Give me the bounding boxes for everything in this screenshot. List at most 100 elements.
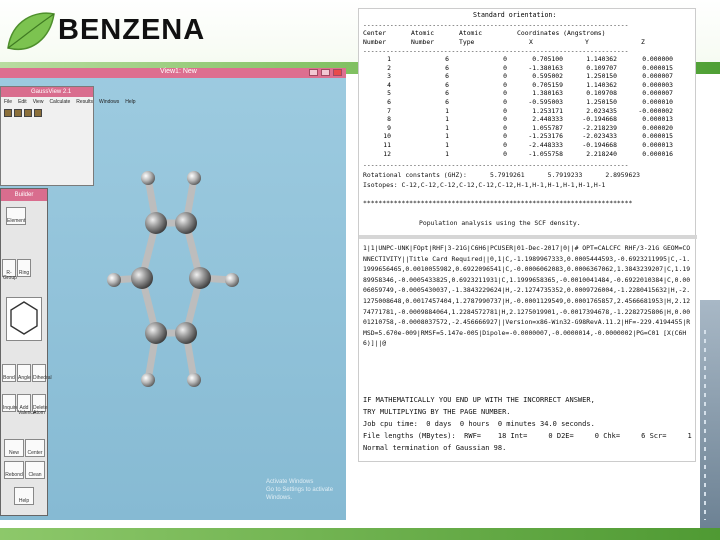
- close-icon[interactable]: [333, 69, 342, 76]
- atom-cell: 6: [445, 63, 449, 72]
- atom-row: 7 1 0 1.253171 2.023435 -0.000002: [363, 107, 673, 116]
- atom-cell: 5: [387, 89, 391, 98]
- atom-cell: 6: [445, 97, 449, 106]
- hydrogen-atom: [187, 373, 201, 387]
- normal-termination: Normal termination of Gaussian 98.: [363, 444, 507, 452]
- atom-cell: -1.253176: [528, 132, 563, 141]
- atom-cell: 0: [503, 106, 507, 115]
- save-file-icon[interactable]: [14, 109, 22, 117]
- quote-line-1: IF MATHEMATICALLY YOU END UP WITH THE IN…: [363, 396, 595, 404]
- view-window-titlebar[interactable]: View1: New: [0, 68, 346, 78]
- atom-cell: 0.705100: [532, 55, 563, 63]
- table-header-row-2: Number Number Type X Y Z: [363, 38, 645, 46]
- rebond-button[interactable]: Rebond: [4, 461, 24, 479]
- carbon-atom: [131, 267, 153, 289]
- atom-cell: 6: [387, 97, 391, 106]
- carbon-atom: [175, 212, 197, 234]
- atom-cell: 1: [445, 140, 449, 149]
- panel-separator: [359, 235, 697, 239]
- carbon-atom: [145, 322, 167, 344]
- atom-cell: 0.000020: [642, 123, 673, 132]
- atom-cell: -2.023433: [582, 132, 617, 141]
- atom-cell: 11: [383, 140, 391, 149]
- atom-cell: 0.000000: [642, 55, 673, 63]
- gaussview-main-window: GaussView 2.1 File Edit View Calculate R…: [0, 86, 136, 186]
- atom-cell: 0: [503, 115, 507, 124]
- atom-cell: 1: [445, 115, 449, 124]
- atom-cell: 0.000010: [642, 97, 673, 106]
- menu-calculate[interactable]: Calculate: [49, 97, 70, 107]
- atom-cell: 1.253171: [532, 106, 563, 115]
- center-button[interactable]: Center: [25, 439, 45, 457]
- menu-view[interactable]: View: [33, 97, 44, 107]
- print-icon[interactable]: [24, 109, 32, 117]
- menu-file[interactable]: File: [4, 97, 12, 107]
- atom-cell: 0: [503, 80, 507, 89]
- r-group-button[interactable]: R-Group: [2, 259, 17, 281]
- atom-row: 10 1 0 -1.253176 -2.023433 0.000015: [363, 132, 673, 141]
- open-file-icon[interactable]: [4, 109, 12, 117]
- menu-edit[interactable]: Edit: [18, 97, 27, 107]
- benzene-molecule-model[interactable]: [100, 118, 250, 418]
- atom-row: 6 6 0 -0.595003 1.250150 0.000010: [363, 98, 673, 107]
- atom-cell: 0: [503, 132, 507, 141]
- ring-button[interactable]: Ring: [17, 259, 31, 277]
- ring-preview[interactable]: [6, 297, 42, 341]
- inquire-button[interactable]: Inquire: [2, 394, 18, 412]
- carbon-atom: [175, 322, 197, 344]
- element-button[interactable]: Element: [6, 207, 26, 225]
- atom-cell: 3: [387, 72, 391, 81]
- atom-cell: 2: [387, 63, 391, 72]
- atom-cell: 0: [503, 97, 507, 106]
- hydrogen-atom: [141, 373, 155, 387]
- atom-row: 1 6 0 0.705100 1.140362 0.000000: [363, 55, 673, 64]
- atom-cell: 6: [445, 55, 449, 63]
- atom-cell: -1.380163: [528, 63, 563, 72]
- builder-panel: Builder Element R-Group Ring Bond Angle …: [0, 188, 52, 516]
- builder-title: Builder: [1, 189, 47, 201]
- atom-cell: 0.000015: [642, 132, 673, 141]
- atom-cell: 1.250150: [586, 72, 617, 81]
- bond-button[interactable]: Bond: [2, 364, 16, 382]
- atom-cell: 0.000016: [642, 149, 673, 158]
- hydrogen-atom: [225, 273, 239, 287]
- atom-cell: 0: [503, 149, 507, 158]
- menu-help[interactable]: Help: [125, 97, 135, 107]
- atom-cell: -0.595003: [528, 97, 563, 106]
- divider: ----------------------------------------…: [363, 47, 629, 55]
- main-window-title: GaussView 2.1: [1, 87, 93, 97]
- menu-results[interactable]: Results: [76, 97, 93, 107]
- isotopes-line: Isotopes: C-12,C-12,C-12,C-12,C-12,C-12,…: [363, 181, 606, 189]
- atom-row: 2 6 0 -1.380163 0.109707 0.000015: [363, 64, 673, 73]
- file-lengths: File lengths (MBytes): RWF= 18 Int= 0 D2…: [363, 432, 692, 440]
- archive-entry: 1|1|UNPC-UNK|FOpt|RHF|3-21G|C6H6|PCUSER|…: [363, 244, 691, 348]
- preferences-icon[interactable]: [34, 109, 42, 117]
- footer-green-band: [0, 528, 720, 540]
- atom-cell: -0.000002: [638, 106, 673, 115]
- help-button[interactable]: Help: [14, 487, 34, 505]
- dihedral-button[interactable]: Dihedral: [32, 364, 52, 382]
- atom-cell: 0.000013: [642, 115, 673, 124]
- hydrogen-atom: [107, 273, 121, 287]
- maximize-icon[interactable]: [321, 69, 330, 76]
- atom-cell: 6: [445, 89, 449, 98]
- add-valence-button[interactable]: Add Valence: [17, 394, 36, 416]
- atom-cell: 1: [445, 106, 449, 115]
- atom-cell: 2.448333: [532, 115, 563, 124]
- atom-cell: 2.218240: [586, 149, 617, 158]
- atom-cell: 0: [503, 63, 507, 72]
- minimize-icon[interactable]: [309, 69, 318, 76]
- atom-cell: 12: [383, 149, 391, 158]
- new-button[interactable]: New: [4, 439, 24, 457]
- atom-cell: 2.023435: [586, 106, 617, 115]
- hexagon-ring-icon: [10, 301, 38, 335]
- atom-row: 8 1 0 2.448333 -0.194668 0.000013: [363, 115, 673, 124]
- delete-atom-button[interactable]: Delete Atom: [32, 394, 47, 416]
- carbon-atom: [145, 212, 167, 234]
- clean-button[interactable]: Clean: [25, 461, 45, 479]
- angle-button[interactable]: Angle: [17, 364, 31, 382]
- atom-cell: 0: [503, 55, 507, 63]
- menu-windows[interactable]: Windows: [99, 97, 119, 107]
- divider: ----------------------------------------…: [363, 161, 629, 169]
- atom-cell: 1: [445, 123, 449, 132]
